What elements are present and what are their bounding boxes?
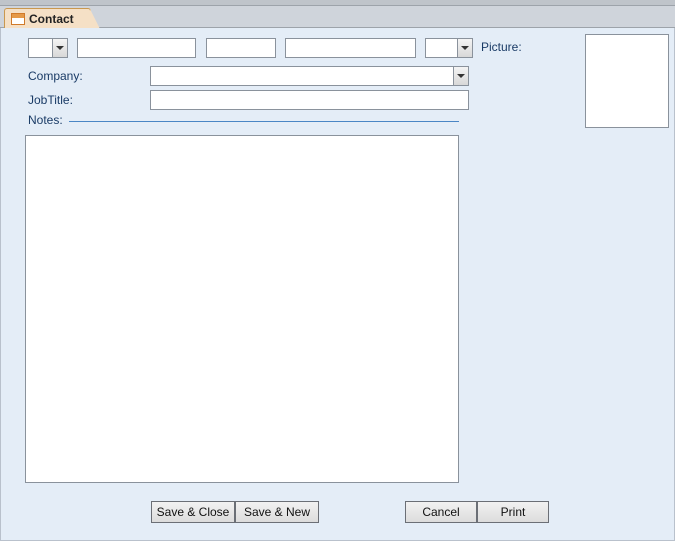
button-row: Save & Close Save & New Cancel Print (1, 501, 674, 525)
notes-header: Notes: (28, 113, 459, 127)
name-parts-row (28, 38, 473, 58)
middle-name-field[interactable] (206, 38, 276, 58)
first-name-input[interactable] (78, 39, 195, 57)
prefix-combo[interactable] (28, 38, 68, 58)
last-name-input[interactable] (286, 39, 415, 57)
tab-contact[interactable]: Contact (4, 8, 91, 28)
notes-textarea[interactable] (26, 136, 458, 482)
company-label: Company: (28, 69, 150, 83)
tab-strip: Contact (0, 6, 675, 28)
first-name-field[interactable] (77, 38, 196, 58)
company-row: Company: (28, 66, 469, 86)
save-close-button[interactable]: Save & Close (151, 501, 235, 523)
notes-label: Notes: (28, 113, 69, 127)
jobtitle-row: JobTitle: (28, 90, 469, 110)
jobtitle-field[interactable] (150, 90, 469, 110)
notes-field[interactable] (25, 135, 459, 483)
company-combo[interactable] (150, 66, 469, 86)
notes-divider (69, 121, 459, 122)
print-button[interactable]: Print (477, 501, 549, 523)
picture-label: Picture: (481, 40, 522, 54)
dropdown-icon[interactable] (457, 39, 472, 57)
middle-name-input[interactable] (207, 39, 275, 57)
tab-title: Contact (29, 12, 74, 26)
jobtitle-label: JobTitle: (28, 93, 150, 107)
dropdown-icon[interactable] (453, 67, 468, 85)
picture-box[interactable] (585, 34, 669, 128)
cancel-button[interactable]: Cancel (405, 501, 477, 523)
jobtitle-input[interactable] (151, 91, 468, 109)
company-input[interactable] (151, 67, 468, 85)
save-new-button[interactable]: Save & New (235, 501, 319, 523)
form-body: Company: JobTitle: Notes: Picture: Save … (0, 28, 675, 541)
last-name-field[interactable] (285, 38, 416, 58)
form-icon (11, 13, 25, 25)
dropdown-icon[interactable] (52, 39, 67, 57)
suffix-combo[interactable] (425, 38, 473, 58)
